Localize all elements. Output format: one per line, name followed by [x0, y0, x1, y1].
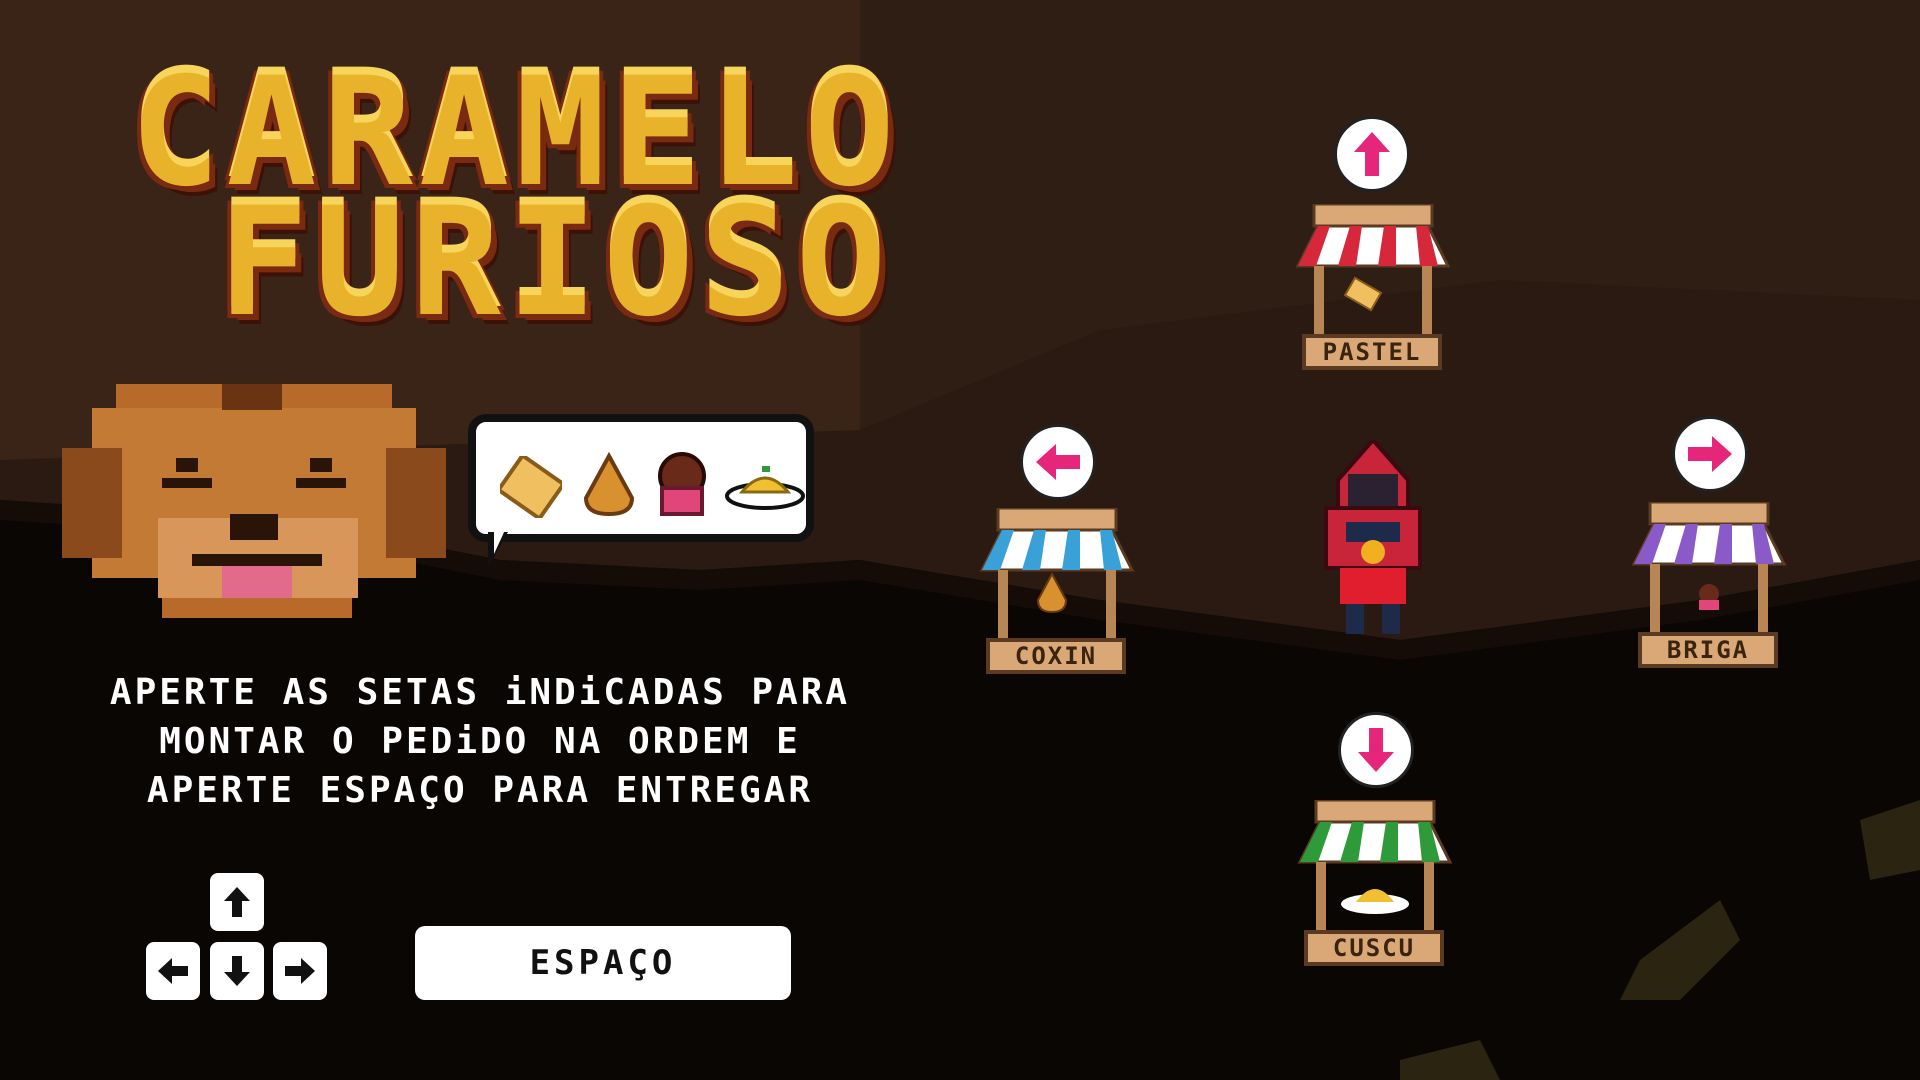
arrow-right-icon — [285, 958, 315, 984]
arrow-down-key[interactable] — [210, 942, 264, 1000]
arrow-down-icon — [1358, 728, 1394, 772]
caramelo-dog — [62, 384, 446, 618]
instructions-line3: APERTE ESPAÇO PARA ENTREGAR — [146, 770, 814, 811]
order-speech-bubble — [462, 408, 820, 568]
stall-pastel-label: PASTEL — [1302, 334, 1442, 370]
game-screen: CARAMELO FURIOSO APERTE AS SETAS iNDiCAD… — [0, 0, 1920, 1080]
cuscuz-icon — [725, 466, 805, 510]
stall-coxinha: COXIN — [972, 506, 1142, 678]
coxinha-icon — [583, 452, 635, 517]
arrow-up-key[interactable] — [210, 873, 264, 931]
stall-brigadeiro-label: BRIGA — [1638, 632, 1778, 668]
stall-cuscuz: CUSCU — [1290, 798, 1460, 970]
stall-pastel: PASTEL — [1288, 202, 1458, 374]
arrow-left-icon — [1036, 444, 1080, 480]
instructions-text: APERTE AS SETAS iNDiCADAS PARA MONTAR O … — [60, 668, 900, 815]
instructions-line2: MONTAR O PEDiDO NA ORDEM E — [159, 721, 801, 762]
arrow-left-icon — [158, 958, 188, 984]
stall-brigadeiro: BRIGA — [1624, 500, 1794, 672]
brigadeiro-icon — [658, 452, 706, 516]
pastel-icon — [500, 456, 562, 518]
arrow-up-icon — [1354, 132, 1390, 176]
stall-cuscuz-label: CUSCU — [1304, 930, 1444, 966]
stall-down-arrow-badge — [1338, 712, 1414, 788]
arrow-up-icon — [224, 887, 250, 917]
stall-coxinha-label: COXIN — [986, 638, 1126, 674]
arrow-left-key[interactable] — [146, 942, 200, 1000]
arrow-down-icon — [224, 956, 250, 986]
player-character — [1324, 440, 1422, 634]
stall-left-arrow-badge — [1020, 424, 1096, 500]
arrow-right-key[interactable] — [273, 942, 327, 1000]
space-key[interactable]: ESPAÇO — [415, 926, 791, 1000]
arrow-right-icon — [1688, 436, 1732, 472]
game-title-line2: FURIOSO — [218, 176, 893, 350]
stall-up-arrow-badge — [1334, 116, 1410, 192]
stall-right-arrow-badge — [1672, 416, 1748, 492]
instructions-line1: APERTE AS SETAS iNDiCADAS PARA — [109, 672, 851, 713]
